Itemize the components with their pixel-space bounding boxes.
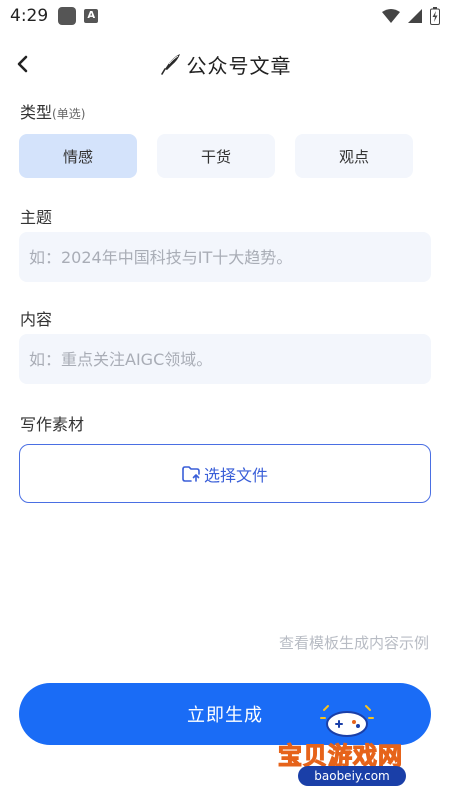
app-notification-icon	[58, 7, 77, 25]
wifi-icon	[382, 9, 400, 23]
quill-pen-icon	[160, 54, 180, 75]
content-label: 内容	[20, 310, 53, 329]
app-badge-icon: A	[84, 9, 99, 23]
type-option-emotion[interactable]: 情感	[19, 134, 137, 178]
header: 公众号文章	[0, 42, 450, 86]
view-template-example-link[interactable]: 查看模板生成内容示例	[279, 632, 429, 653]
topic-label: 主题	[20, 208, 53, 227]
back-button[interactable]	[6, 48, 38, 80]
watermark: 宝贝游戏网 baobeiy.com	[272, 700, 432, 795]
type-label-text: 类型	[20, 103, 53, 122]
signal-icon	[408, 9, 422, 23]
gamepad-mascot-icon	[320, 705, 374, 737]
status-bar: 4:29 A	[0, 0, 450, 32]
status-time: 4:29	[10, 6, 49, 26]
title-wrap: 公众号文章	[159, 50, 292, 79]
select-file-label: 选择文件	[203, 465, 268, 485]
type-options: 情感 干货 观点	[19, 134, 413, 178]
topic-input[interactable]	[19, 232, 431, 282]
select-file-button[interactable]: 选择文件	[19, 444, 431, 503]
type-option-opinion[interactable]: 观点	[295, 134, 413, 178]
battery-icon	[430, 7, 440, 25]
type-option-practical[interactable]: 干货	[157, 134, 275, 178]
folder-upload-icon	[182, 465, 200, 482]
content-input[interactable]	[19, 334, 431, 384]
type-label: 类型(单选)	[20, 99, 85, 123]
page-title: 公众号文章	[186, 53, 292, 78]
chevron-left-icon	[17, 55, 28, 73]
type-label-hint: (单选)	[52, 107, 86, 121]
watermark-url: baobeiy.com	[298, 766, 406, 786]
status-icons	[382, 7, 440, 25]
material-label: 写作素材	[20, 415, 85, 434]
